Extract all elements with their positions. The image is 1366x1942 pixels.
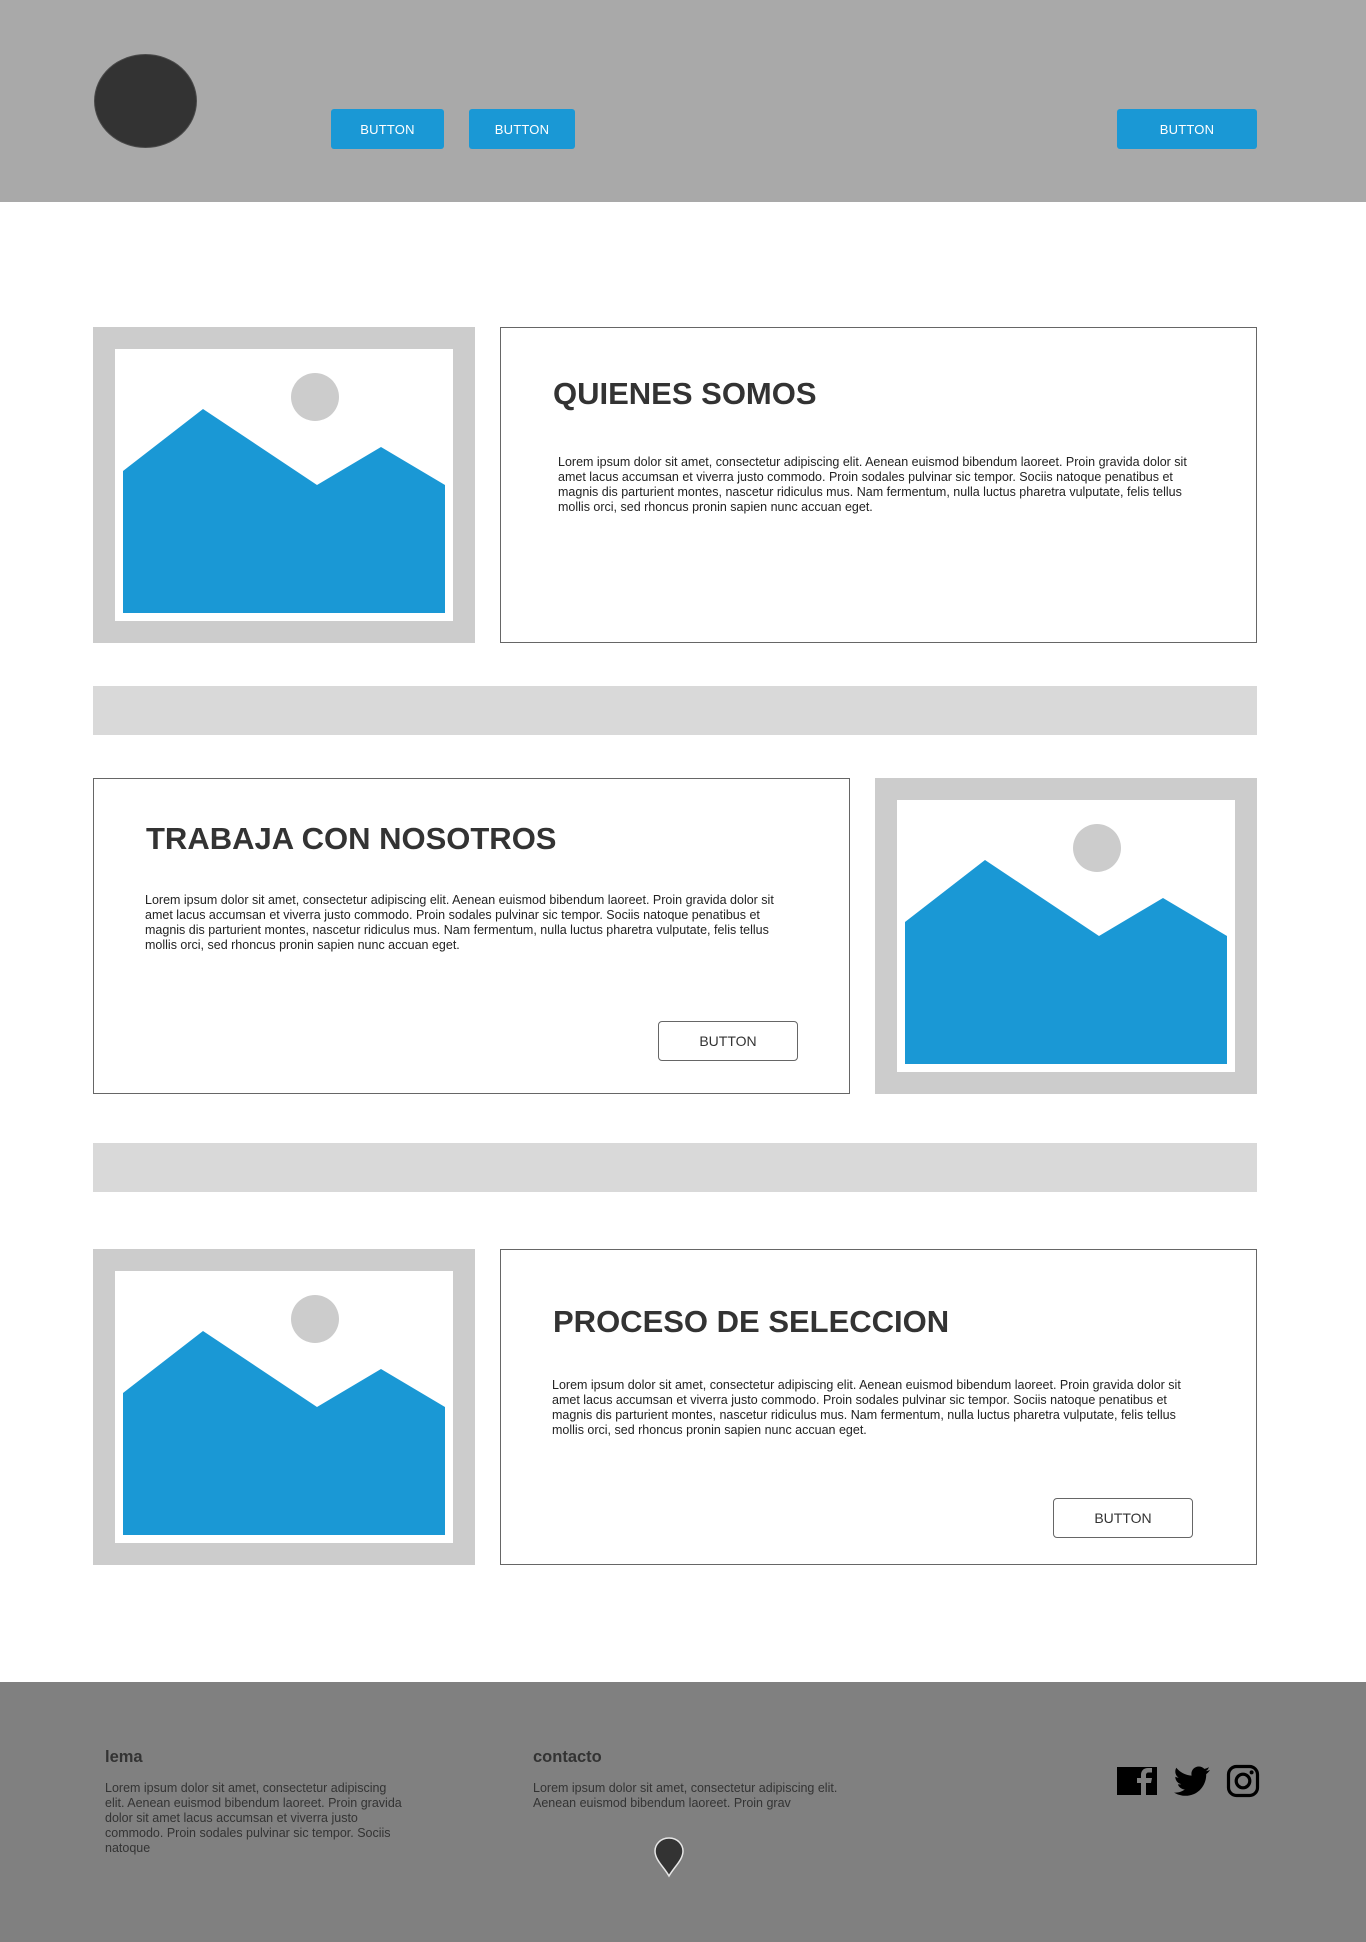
image-icon: [123, 1295, 445, 1535]
header: BUTTON BUTTON BUTTON: [0, 0, 1366, 202]
header-cta-button[interactable]: BUTTON: [1117, 109, 1257, 149]
page: BUTTON BUTTON BUTTON QUIENES SOMOS Lorem…: [0, 0, 1366, 1942]
about-title: QUIENES SOMOS: [553, 376, 817, 411]
footer-contacto-text: Lorem ipsum dolor sit amet, consectetur …: [533, 1781, 838, 1810]
careers-title: TRABAJA CON NOSOTROS: [146, 821, 557, 856]
footer-lema-text: Lorem ipsum dolor sit amet, consectetur …: [105, 1781, 402, 1855]
selection-text: Lorem ipsum dolor sit amet, consectetur …: [552, 1378, 1181, 1437]
section-divider-2: [93, 1143, 1257, 1192]
nav-button-1[interactable]: BUTTON: [331, 109, 444, 149]
careers-text: Lorem ipsum dolor sit amet, consectetur …: [145, 893, 774, 952]
instagram-icon[interactable]: [1226, 1764, 1260, 1798]
about-card: QUIENES SOMOS Lorem ipsum dolor sit amet…: [500, 327, 1257, 643]
image-icon: [905, 824, 1227, 1064]
footer-contacto-title: contacto: [533, 1748, 602, 1766]
nav-button-2[interactable]: BUTTON: [469, 109, 575, 149]
image-placeholder-1: [93, 327, 475, 643]
image-icon: [123, 373, 445, 613]
image-placeholder-3: [93, 1249, 475, 1565]
logo[interactable]: [94, 54, 197, 148]
careers-button[interactable]: BUTTON: [658, 1021, 798, 1061]
about-text: Lorem ipsum dolor sit amet, consectetur …: [558, 455, 1187, 514]
selection-card: PROCESO DE SELECCION Lorem ipsum dolor s…: [500, 1249, 1257, 1565]
twitter-icon[interactable]: [1174, 1764, 1212, 1798]
footer-lema-title: lema: [105, 1748, 143, 1766]
facebook-icon[interactable]: [1116, 1764, 1158, 1798]
careers-card: TRABAJA CON NOSOTROS Lorem ipsum dolor s…: [93, 778, 850, 1094]
map-pin-icon[interactable]: [653, 1836, 685, 1878]
image-placeholder-2: [875, 778, 1257, 1094]
selection-button[interactable]: BUTTON: [1053, 1498, 1193, 1538]
selection-title: PROCESO DE SELECCION: [553, 1304, 950, 1339]
section-divider-1: [93, 686, 1257, 735]
